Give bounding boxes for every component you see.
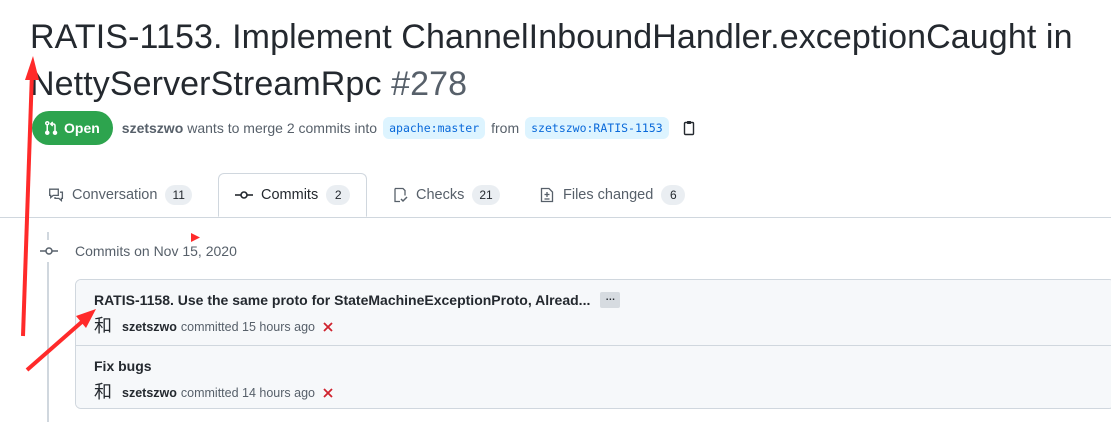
commits-date-label: Commits on Nov 15, 2020 [75,243,237,259]
commit-message-link[interactable]: RATIS-1158. Use the same proto for State… [94,292,590,308]
tab-label: Conversation [72,187,158,203]
git-pull-request-icon [43,120,59,136]
checklist-icon [392,187,408,203]
pr-meta: Open szetszwo wants to merge 2 commits i… [32,111,697,145]
pr-author-link[interactable]: szetszwo [122,120,183,136]
tab-label: Commits [261,187,319,203]
commit-time: committed 15 hours ago [180,320,315,334]
pr-title: RATIS-1153. Implement ChannelInboundHand… [30,14,1110,108]
copy-icon[interactable] [681,120,697,136]
x-icon[interactable] [321,386,335,400]
base-branch[interactable]: apache:master [383,117,486,139]
commit-message-link[interactable]: Fix bugs [94,358,152,374]
x-icon[interactable] [321,320,335,334]
tab-counter: 2 [326,185,351,205]
git-commit-icon [38,240,60,262]
commit-list: RATIS-1158. Use the same proto for State… [75,279,1111,409]
tab-checks[interactable]: Checks 21 [392,173,500,217]
commit-message-row: RATIS-1158. Use the same proto for State… [94,292,621,308]
tab-counter: 6 [661,185,686,205]
pr-number: #278 [391,65,468,103]
commit-author-link[interactable]: szetszwo [122,320,177,334]
merge-text: wants to merge 2 commits into [187,120,378,136]
avatar[interactable]: 和 [94,382,116,404]
list-item: RATIS-1158. Use the same proto for State… [76,280,1111,345]
tab-counter: 11 [165,185,192,205]
expand-message-button[interactable]: … [600,292,621,308]
tab-label: Files changed [563,187,654,203]
state-badge: Open [32,111,113,145]
git-commit-icon [235,187,253,203]
commit-author-link[interactable]: szetszwo [122,386,177,400]
avatar[interactable]: 和 [94,316,116,338]
commit-meta: 和 szetszwo committed 14 hours ago [94,382,335,404]
file-diff-icon [539,187,555,203]
tab-commits[interactable]: Commits 2 [218,173,368,217]
from-text: from [491,120,520,136]
tab-files-changed[interactable]: Files changed 6 [539,173,686,217]
tab-label: Checks [416,187,465,203]
head-branch[interactable]: szetszwo:RATIS-1153 [525,117,669,139]
comment-discussion-icon [48,187,64,203]
pr-title-text: RATIS-1153. Implement ChannelInboundHand… [30,18,1073,103]
commit-time: committed 14 hours ago [180,386,315,400]
state-label: Open [64,120,100,136]
tab-counter: 21 [472,185,500,205]
commit-message-row: Fix bugs [94,358,152,374]
list-item: Fix bugs 和 szetszwo committed 14 hours a… [76,345,1111,408]
commits-date-group: Commits on Nov 15, 2020 [38,239,237,263]
pr-tabs: Conversation 11 Commits 2 Checks 21 File… [0,173,1111,218]
commit-meta: 和 szetszwo committed 15 hours ago [94,316,335,338]
tab-conversation[interactable]: Conversation 11 [48,173,192,217]
